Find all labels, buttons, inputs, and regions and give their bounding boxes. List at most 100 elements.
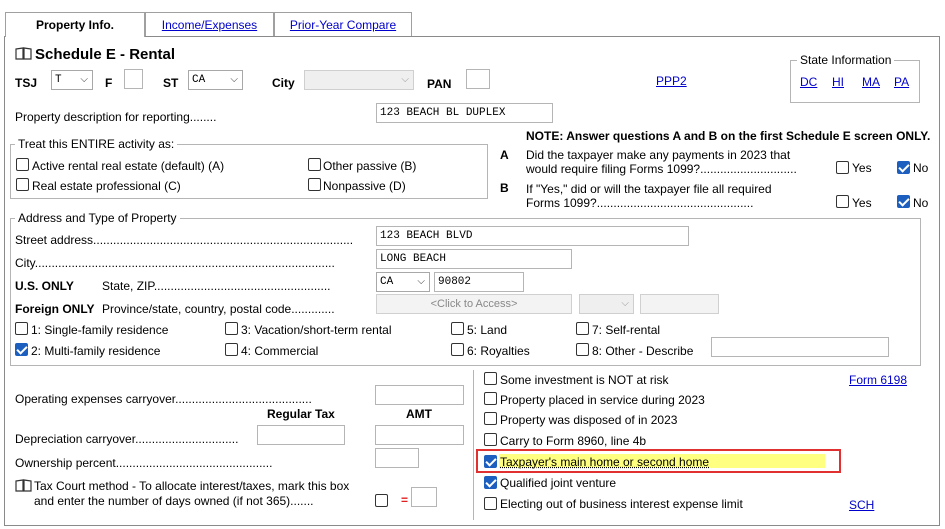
regular-tax-header: Regular Tax bbox=[267, 407, 335, 421]
operating-carryover-label: Operating expenses carryover............… bbox=[15, 392, 312, 406]
chevron-down-icon: ⌵ bbox=[621, 298, 629, 309]
property-type-5-checkbox[interactable] bbox=[451, 322, 464, 335]
property-type-6-label: 6: Royalties bbox=[467, 344, 530, 358]
property-type-6-checkbox[interactable] bbox=[451, 343, 464, 356]
property-type-7-checkbox[interactable] bbox=[576, 322, 589, 335]
state-zip-label: State, ZIP..............................… bbox=[102, 279, 331, 293]
us-only-label: U.S. ONLY bbox=[15, 279, 74, 293]
state-link-dc[interactable]: DC bbox=[800, 75, 817, 89]
depreciation-regular-input[interactable] bbox=[257, 425, 345, 445]
real-estate-professional-label: Real estate professional (C) bbox=[32, 179, 181, 193]
electing-out-checkbox[interactable] bbox=[484, 497, 497, 510]
question-a-yes-checkbox[interactable] bbox=[836, 161, 849, 174]
carry-to-8960-label: Carry to Form 8960, line 4b bbox=[500, 434, 647, 448]
property-type-3-checkbox[interactable] bbox=[225, 322, 238, 335]
tab-prior-year-compare[interactable]: Prior-Year Compare bbox=[274, 12, 412, 36]
question-b-yes-label: Yes bbox=[852, 196, 872, 210]
st-select[interactable]: CA ⌵ bbox=[188, 70, 243, 90]
days-owned-input[interactable] bbox=[411, 487, 437, 507]
qualified-joint-venture-label: Qualified joint venture bbox=[500, 476, 617, 490]
active-rental-checkbox[interactable] bbox=[16, 158, 29, 171]
property-type-1-checkbox[interactable] bbox=[15, 322, 28, 335]
city-input[interactable]: LONG BEACH bbox=[376, 249, 572, 269]
book-icon[interactable] bbox=[15, 47, 32, 60]
other-describe-input[interactable] bbox=[711, 337, 889, 357]
other-passive-checkbox[interactable] bbox=[308, 158, 321, 171]
book-icon[interactable] bbox=[15, 479, 32, 492]
state-value: CA bbox=[380, 276, 394, 288]
foreign-address-label: Province/state, country, postal code....… bbox=[102, 302, 335, 316]
nonpassive-checkbox[interactable] bbox=[308, 178, 321, 191]
chevron-down-icon: ⌵ bbox=[417, 276, 425, 287]
property-type-8-checkbox[interactable] bbox=[576, 343, 589, 356]
question-b-no-checkbox[interactable] bbox=[897, 195, 910, 208]
real-estate-professional-checkbox[interactable] bbox=[16, 178, 29, 191]
question-a-no-checkbox[interactable] bbox=[897, 161, 910, 174]
street-address-label: Street address..........................… bbox=[15, 233, 354, 247]
note-text: NOTE: Answer questions A and B on the fi… bbox=[526, 129, 931, 143]
city-select[interactable]: ⌵ bbox=[304, 70, 414, 90]
property-type-5-label: 5: Land bbox=[467, 323, 508, 337]
state-select[interactable]: CA ⌵ bbox=[376, 272, 430, 292]
ownership-percent-input[interactable] bbox=[375, 448, 419, 468]
tax-court-line1: Tax Court method - To allocate interest/… bbox=[34, 479, 350, 493]
st-value: CA bbox=[192, 74, 206, 86]
property-type-4-label: 4: Commercial bbox=[241, 344, 319, 358]
pan-input[interactable] bbox=[466, 69, 490, 89]
other-passive-label: Other passive (B) bbox=[323, 159, 417, 173]
property-type-7-label: 7: Self-rental bbox=[592, 323, 661, 337]
tax-court-checkbox[interactable] bbox=[375, 494, 388, 507]
investment-not-at-risk-checkbox[interactable] bbox=[484, 372, 497, 385]
tab-income-expenses[interactable]: Income/Expenses bbox=[145, 12, 274, 36]
chevron-down-icon: ⌵ bbox=[80, 74, 88, 85]
country-select[interactable]: ⌵ bbox=[579, 294, 634, 314]
depreciation-amt-input[interactable] bbox=[375, 425, 464, 445]
question-a-line2: would require filing Forms 1099?........… bbox=[526, 162, 797, 176]
property-disposed-checkbox[interactable] bbox=[484, 412, 497, 425]
state-link-ma[interactable]: MA bbox=[862, 75, 880, 89]
postal-code-input[interactable] bbox=[640, 294, 719, 314]
placed-in-service-checkbox[interactable] bbox=[484, 392, 497, 405]
property-type-3-label: 3: Vacation/short-term rental bbox=[241, 323, 392, 337]
click-to-access-field[interactable]: <Click to Access> bbox=[376, 294, 572, 314]
main-home-checkbox[interactable] bbox=[484, 455, 497, 468]
question-a-letter: A bbox=[500, 148, 509, 162]
property-type-1-label: 1: Single-family residence bbox=[31, 323, 169, 337]
f-input[interactable] bbox=[124, 69, 143, 89]
form-6198-link[interactable]: Form 6198 bbox=[849, 373, 907, 387]
question-b-yes-checkbox[interactable] bbox=[836, 195, 849, 208]
equals-sign: = bbox=[401, 493, 409, 507]
treat-activity-title: Treat this ENTIRE activity as: bbox=[15, 137, 178, 151]
address-title: Address and Type of Property bbox=[15, 211, 180, 225]
operating-carryover-input[interactable] bbox=[375, 385, 464, 405]
city-label: City bbox=[272, 76, 295, 90]
zip-input[interactable]: 90802 bbox=[434, 272, 524, 292]
property-disposed-label: Property was disposed of in 2023 bbox=[500, 413, 678, 427]
property-description-input[interactable]: 123 BEACH BL DUPLEX bbox=[376, 103, 553, 123]
state-link-hi[interactable]: HI bbox=[832, 75, 844, 89]
street-address-input[interactable]: 123 BEACH BLVD bbox=[376, 226, 689, 246]
property-type-4-checkbox[interactable] bbox=[225, 343, 238, 356]
foreign-only-label: Foreign ONLY bbox=[15, 302, 95, 316]
question-a-line1: Did the taxpayer make any payments in 20… bbox=[526, 148, 791, 162]
ppp2-link[interactable]: PPP2 bbox=[656, 74, 687, 88]
sch-link[interactable]: SCH bbox=[849, 498, 874, 512]
question-b-line1: If "Yes," did or will the taxpayer file … bbox=[526, 182, 772, 196]
state-info-title: State Information bbox=[797, 53, 895, 67]
amt-header: AMT bbox=[406, 407, 432, 421]
active-rental-label: Active rental real estate (default) (A) bbox=[32, 159, 225, 173]
tab-property-info[interactable]: Property Info. bbox=[5, 12, 145, 37]
property-description-label: Property description for reporting......… bbox=[15, 110, 217, 124]
qualified-joint-venture-checkbox[interactable] bbox=[484, 476, 497, 489]
tsj-select[interactable]: T ⌵ bbox=[51, 70, 93, 90]
question-b-no-label: No bbox=[913, 196, 929, 210]
investment-not-at-risk-label: Some investment is NOT at risk bbox=[500, 373, 669, 387]
property-type-2-checkbox[interactable] bbox=[15, 343, 28, 356]
main-home-label: Taxpayer's main home or second home bbox=[500, 455, 710, 469]
carry-to-8960-checkbox[interactable] bbox=[484, 433, 497, 446]
state-link-pa[interactable]: PA bbox=[894, 75, 909, 89]
tsj-value: T bbox=[55, 74, 62, 86]
tsj-label: TSJ bbox=[15, 76, 38, 90]
property-type-8-label: 8: Other - Describe bbox=[592, 344, 694, 358]
depreciation-carryover-label: Depreciation carryover..................… bbox=[15, 432, 239, 446]
